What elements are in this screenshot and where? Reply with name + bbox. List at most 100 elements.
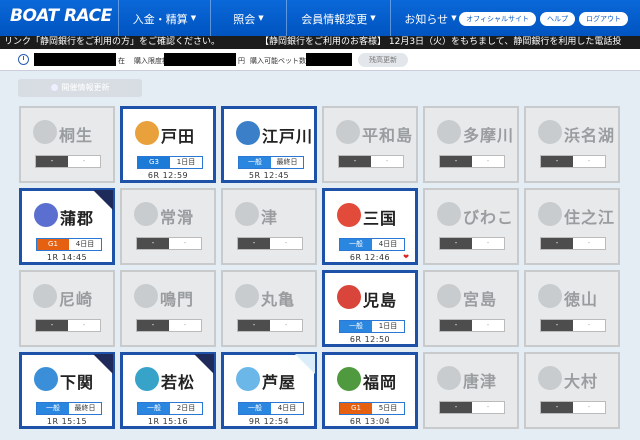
grade-badge: -- bbox=[540, 237, 606, 250]
venue-name: びわこ bbox=[463, 208, 515, 227]
venue-name: 若松 bbox=[161, 373, 196, 392]
grade-label: - bbox=[541, 238, 573, 249]
venue-card: 桐生 - - bbox=[19, 106, 115, 183]
grade-label: - bbox=[440, 320, 472, 331]
boat-race-logo[interactable]: BOAT RACE bbox=[10, 6, 112, 26]
mascot-icon bbox=[337, 203, 361, 227]
venue-card[interactable]: 福岡 G1 5日目 6R 13:04 bbox=[322, 352, 418, 429]
grade-label: 一般 bbox=[340, 239, 372, 250]
chevron-down-icon: ▼ bbox=[190, 14, 197, 22]
venue-name: 多摩川 bbox=[463, 126, 515, 145]
grade-label: - bbox=[339, 156, 371, 167]
race-time: 13:04 bbox=[364, 417, 391, 426]
race-time: 12:46 bbox=[364, 253, 391, 262]
race-number: 9R bbox=[248, 417, 261, 426]
logout-button[interactable]: ログアウト bbox=[579, 12, 628, 26]
venue-board: 桐生 - - 戸田 G3 1日目 6R 12:59 江戸川 一般 最終日 5R 12:45 平和島 - -… bbox=[16, 84, 624, 440]
venue-card: 住之江 - - bbox=[524, 188, 620, 265]
grade-label: - bbox=[137, 320, 169, 331]
help-button[interactable]: ヘルプ bbox=[540, 12, 575, 26]
grade-badge: 一般 最終日 bbox=[36, 402, 102, 415]
redacted-value bbox=[164, 53, 236, 66]
redacted-value bbox=[306, 53, 352, 66]
balance-refresh-button[interactable]: 残高更新 bbox=[358, 53, 408, 67]
venue-card: 唐津 - - bbox=[423, 352, 519, 429]
news-ticker[interactable]: リンク「静岡銀行をご利用の方」をご確認ください。 【静岡銀行をご利用のお客様】 1… bbox=[0, 36, 640, 49]
day-label: - bbox=[82, 321, 86, 329]
venue-card: 鳴門 - - bbox=[120, 270, 216, 347]
venue-name: 宮島 bbox=[463, 290, 498, 309]
mascot-icon bbox=[235, 202, 259, 226]
venue-name: 福岡 bbox=[363, 373, 398, 392]
nav-member-info[interactable]: 会員情報変更 ▼ bbox=[286, 0, 390, 36]
grade-label: - bbox=[541, 156, 573, 167]
race-number: 1R bbox=[46, 253, 59, 262]
venue-card[interactable]: 児島 一般 1日目 6R 12:50 bbox=[322, 270, 418, 347]
venue-card: 浜名湖 - - bbox=[524, 106, 620, 183]
grade-badge: -- bbox=[35, 319, 101, 332]
official-site-button[interactable]: オフィシャルサイト bbox=[459, 12, 536, 26]
venue-card: 平和島 - - bbox=[322, 106, 418, 183]
mascot-icon bbox=[33, 284, 57, 308]
grade-badge: -- bbox=[237, 237, 303, 250]
venue-card[interactable]: 芦屋一般 4日目 9R 12:54 bbox=[221, 352, 317, 429]
venue-name: 常滑 bbox=[160, 208, 195, 227]
race-time: 12:54 bbox=[263, 417, 290, 426]
day-label: - bbox=[82, 157, 86, 165]
grade-badge: -- bbox=[439, 319, 505, 332]
mascot-icon bbox=[134, 284, 158, 308]
venue-card[interactable]: 江戸川 一般 最終日 5R 12:45 bbox=[221, 106, 317, 183]
venue-card: 津-- bbox=[221, 188, 317, 265]
grade-badge: -- bbox=[35, 155, 101, 168]
venue-name: 徳山 bbox=[564, 290, 599, 309]
venue-card[interactable]: 蒲郡 G1 4日目 1R 14:45 bbox=[19, 188, 115, 265]
day-label: - bbox=[587, 157, 591, 165]
venue-name: 芦屋 bbox=[262, 373, 297, 392]
day-label: 最終日 bbox=[74, 404, 96, 412]
yen-unit: 円 bbox=[238, 57, 245, 65]
grade-label: - bbox=[36, 320, 68, 331]
mascot-icon bbox=[437, 366, 461, 390]
venue-card: 丸亀 - - bbox=[221, 270, 317, 347]
venue-card[interactable]: 下関 一般 最終日 1R 15:15 bbox=[19, 352, 115, 429]
race-time: 15:16 bbox=[162, 417, 189, 426]
day-label: - bbox=[486, 321, 490, 329]
venue-name: 戸田 bbox=[161, 127, 196, 146]
day-label: - bbox=[587, 403, 591, 411]
race-time: 12:50 bbox=[364, 335, 391, 344]
grade-label: - bbox=[36, 156, 68, 167]
day-label: 最終日 bbox=[276, 158, 298, 166]
venue-card[interactable]: 三国 一般 4日目 6R 12:46 ❤ bbox=[322, 188, 418, 265]
day-label: - bbox=[385, 157, 389, 165]
corner-badge-icon bbox=[93, 354, 113, 374]
day-label: - bbox=[284, 239, 288, 247]
day-label: 1日目 bbox=[176, 158, 196, 166]
mascot-icon bbox=[337, 285, 361, 309]
venue-card[interactable]: 若松 一般 2日目 1R 15:16 bbox=[120, 352, 216, 429]
grade-label: 一般 bbox=[37, 403, 69, 414]
day-label: - bbox=[587, 239, 591, 247]
corner-badge-icon bbox=[93, 190, 113, 210]
venue-card: 常滑 - - bbox=[120, 188, 216, 265]
nav-news[interactable]: お知らせ ▼ bbox=[390, 0, 470, 36]
venue-card[interactable]: 戸田 G3 1日目 6R 12:59 bbox=[120, 106, 216, 183]
grade-badge: 一般 4日目 bbox=[238, 402, 304, 415]
mascot-icon bbox=[34, 203, 58, 227]
race-number: 5R bbox=[248, 171, 261, 180]
grade-label: - bbox=[541, 320, 573, 331]
grade-label: - bbox=[238, 320, 270, 331]
next-race: 5R 12:45 bbox=[224, 171, 314, 180]
mascot-icon bbox=[337, 367, 361, 391]
corner-badge-icon bbox=[194, 354, 214, 374]
mascot-icon bbox=[437, 202, 461, 226]
grade-badge: -- bbox=[439, 237, 505, 250]
venue-card: 徳山 - - bbox=[524, 270, 620, 347]
next-race: 9R 12:54 bbox=[224, 417, 314, 426]
nav-deposit[interactable]: 入金・精算 ▼ bbox=[118, 0, 210, 36]
venue-name: 尼崎 bbox=[59, 290, 94, 309]
mascot-icon bbox=[135, 121, 159, 145]
nav-inquiry[interactable]: 照会 ▼ bbox=[210, 0, 286, 36]
grade-badge: -- bbox=[540, 155, 606, 168]
race-number: 6R bbox=[349, 335, 362, 344]
venue-card: 大村 - - bbox=[524, 352, 620, 429]
